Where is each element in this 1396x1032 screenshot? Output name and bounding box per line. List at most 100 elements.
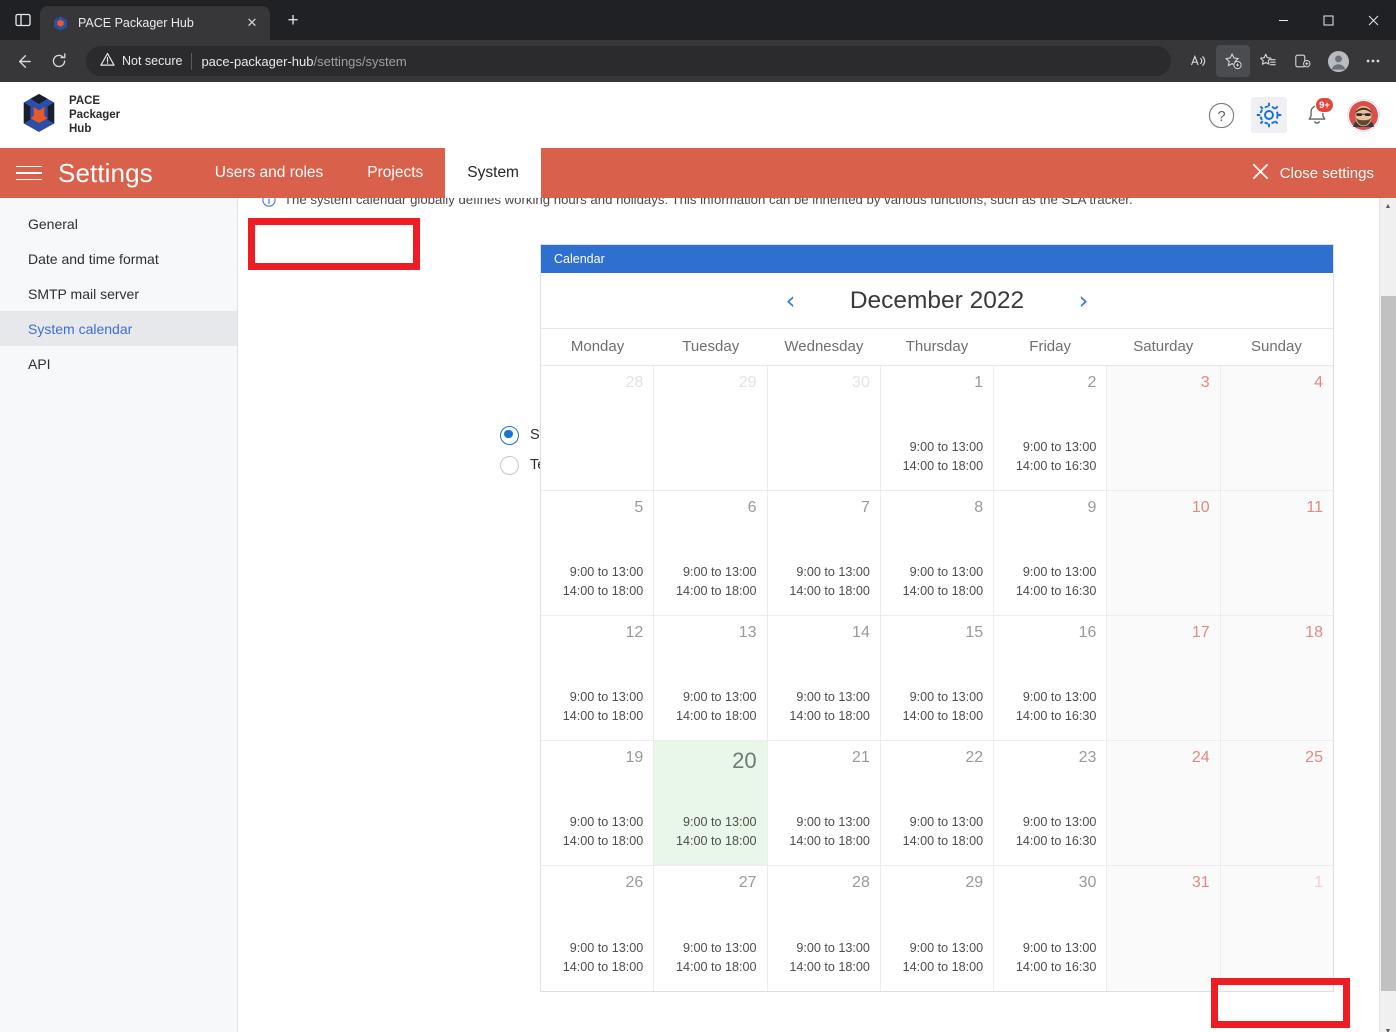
calendar-day-cell[interactable]: 4 xyxy=(1220,366,1333,491)
radio-indicator-on[interactable] xyxy=(500,425,519,445)
calendar-day-cell[interactable]: 30 xyxy=(767,366,881,491)
calendar-day-cell[interactable]: 1 9:00 to 13:00 14:00 to 18:00 xyxy=(880,366,995,491)
calendar-day-cell[interactable]: 6 9:00 to 13:00 14:00 to 18:00 xyxy=(654,491,768,616)
collections-icon[interactable] xyxy=(1286,45,1320,77)
url-host: pace-packager-hub xyxy=(201,53,314,69)
window-close-icon[interactable] xyxy=(1351,0,1396,40)
calendar-day-number: 28 xyxy=(852,874,870,891)
hamburger-menu-icon[interactable] xyxy=(0,148,58,198)
calendar-week-row: 26 9:00 to 13:00 14:00 to 18:00 27 9:00 to 1… xyxy=(541,866,1333,991)
calendar-day-cell[interactable]: 20 9:00 to 13:00 14:00 to 18:00 xyxy=(654,741,768,866)
calendar-day-number: 2 xyxy=(1087,374,1097,391)
sidebar-item-date-and-time-format[interactable]: Date and time format xyxy=(0,241,237,276)
calendar-day-cell[interactable]: 18 xyxy=(1220,616,1333,741)
security-label: Not secure xyxy=(122,54,183,68)
calendar-day-cell[interactable]: 15 9:00 to 13:00 14:00 to 18:00 xyxy=(880,616,995,741)
profile-icon[interactable] xyxy=(1321,45,1355,77)
content-scrollbar[interactable]: ▲ ▼ xyxy=(1379,198,1396,1032)
calendar-day-number: 3 xyxy=(1200,374,1210,391)
calendar-day-cell[interactable]: 10 xyxy=(1107,491,1221,616)
calendar-day-cell[interactable]: 28 xyxy=(541,366,655,491)
browser-tab[interactable]: PACE Packager Hub ✕ xyxy=(40,6,270,40)
calendar-hours-line: 9:00 to 13:00 xyxy=(569,689,644,704)
minimize-icon[interactable] xyxy=(1261,0,1306,40)
calendar-day-cell[interactable]: 22 9:00 to 13:00 14:00 to 18:00 xyxy=(880,741,995,866)
chevron-right-icon[interactable]: › xyxy=(1073,288,1095,313)
calendar-day-cell[interactable]: 14 9:00 to 13:00 14:00 to 18:00 xyxy=(767,616,881,741)
calendar-day-cell[interactable]: 5 9:00 to 13:00 14:00 to 18:00 xyxy=(541,491,655,616)
chevron-left-icon[interactable]: ‹ xyxy=(780,288,802,313)
help-circle-icon[interactable]: ? xyxy=(1203,97,1239,133)
calendar-day-cell[interactable]: 28 9:00 to 13:00 14:00 to 18:00 xyxy=(768,866,881,991)
calendar-day-cell[interactable]: 16 9:00 to 13:00 14:00 to 16:30 xyxy=(994,616,1108,741)
calendar-day-cell[interactable]: 29 xyxy=(654,366,768,491)
calendar-hours-line: 9:00 to 13:00 xyxy=(909,564,984,579)
calendar-day-cell[interactable]: 17 xyxy=(1107,616,1221,741)
calendar-day-cell[interactable]: 12 9:00 to 13:00 14:00 to 18:00 xyxy=(541,616,655,741)
calendar-day-number: 25 xyxy=(1305,749,1323,766)
calendar-day-hours: 9:00 to 13:00 14:00 to 18:00 xyxy=(768,939,870,978)
calendar-hours-line: 9:00 to 13:00 xyxy=(909,689,984,704)
brand-text: PACE Packager Hub xyxy=(69,94,120,136)
calendar-day-cell[interactable]: 7 9:00 to 13:00 14:00 to 18:00 xyxy=(767,491,881,616)
gear-icon[interactable] xyxy=(1251,97,1287,133)
calendar-day-cell[interactable]: 25 xyxy=(1220,741,1333,866)
sidebar-item-api[interactable]: API xyxy=(0,346,237,381)
calendar-hours-line: 14:00 to 18:00 xyxy=(562,709,644,724)
calendar-day-cell[interactable]: 27 9:00 to 13:00 14:00 to 18:00 xyxy=(654,866,768,991)
scrollbar-thumb[interactable] xyxy=(1381,296,1396,991)
calendar-day-cell[interactable]: 13 9:00 to 13:00 14:00 to 18:00 xyxy=(654,616,768,741)
close-settings-button[interactable]: Close settings xyxy=(1230,148,1396,198)
settings-sidebar: General Date and time format SMTP mail s… xyxy=(0,198,238,1032)
new-tab-button[interactable]: + xyxy=(278,6,308,36)
info-circle-icon xyxy=(262,198,276,210)
day-header-saturday: Saturday xyxy=(1133,338,1194,355)
calendar-day-cell[interactable]: 30 9:00 to 13:00 14:00 to 16:30 xyxy=(994,866,1108,991)
tab-projects[interactable]: Projects xyxy=(345,148,445,198)
calendar-day-cell[interactable]: 19 9:00 to 13:00 14:00 to 18:00 xyxy=(541,741,655,866)
calendar-day-number: 10 xyxy=(1191,499,1210,516)
calendar-day-number: 6 xyxy=(747,499,757,516)
calendar-day-cell[interactable]: 3 xyxy=(1107,366,1221,491)
app-logo[interactable]: PACE Packager Hub xyxy=(20,92,120,139)
tab-list-icon[interactable] xyxy=(6,5,40,35)
read-aloud-icon[interactable] xyxy=(1181,45,1215,77)
calendar-day-cell[interactable]: 24 xyxy=(1107,741,1221,866)
pace-cube-icon xyxy=(52,15,69,32)
sidebar-item-system-calendar[interactable]: System calendar xyxy=(0,311,237,346)
day-header-monday: Monday xyxy=(570,338,625,355)
calendar-day-cell[interactable]: 31 xyxy=(1107,866,1221,991)
arrow-left-icon[interactable] xyxy=(6,45,40,77)
sidebar-item-smtp-mail-server[interactable]: SMTP mail server xyxy=(0,276,237,311)
calendar-hours-line: 9:00 to 13:00 xyxy=(1022,689,1097,704)
page-title: Settings xyxy=(58,157,153,188)
sidebar-item-general[interactable]: General xyxy=(0,206,237,241)
calendar-day-cell[interactable]: 21 9:00 to 13:00 14:00 to 18:00 xyxy=(767,741,881,866)
calendar-day-cell[interactable]: 8 9:00 to 13:00 14:00 to 18:00 xyxy=(880,491,995,616)
calendar-day-cell[interactable]: 29 9:00 to 13:00 14:00 to 18:00 xyxy=(881,866,995,991)
caret-up-icon[interactable]: ▲ xyxy=(1380,198,1396,215)
calendar-day-cell[interactable]: 1 xyxy=(1220,866,1333,991)
avatar[interactable] xyxy=(1347,98,1380,132)
bell-icon[interactable]: 9+ xyxy=(1299,97,1335,133)
calendar-hours-line: 14:00 to 18:00 xyxy=(789,709,870,724)
close-icon[interactable]: ✕ xyxy=(242,13,262,33)
address-bar[interactable]: Not secure pace-packager-hub/settings/sy… xyxy=(86,46,1171,76)
calendar-day-hours: 9:00 to 13:00 14:00 to 18:00 xyxy=(541,688,644,727)
calendar-day-cell[interactable]: 11 xyxy=(1220,491,1333,616)
calendar-day-cell[interactable]: 26 9:00 to 13:00 14:00 to 18:00 xyxy=(541,866,655,991)
radio-indicator-off[interactable] xyxy=(500,455,519,475)
tab-system[interactable]: System xyxy=(445,148,541,198)
tab-users-and-roles[interactable]: Users and roles xyxy=(193,148,346,198)
favorites-list-icon[interactable] xyxy=(1251,45,1285,77)
caret-down-icon[interactable]: ▼ xyxy=(1380,1023,1396,1032)
reload-icon[interactable] xyxy=(42,45,76,77)
ellipsis-icon[interactable] xyxy=(1356,45,1390,77)
maximize-icon[interactable] xyxy=(1306,0,1351,40)
security-indicator[interactable]: Not secure xyxy=(100,52,182,70)
calendar-day-number: 12 xyxy=(625,624,644,641)
star-plus-icon[interactable] xyxy=(1216,45,1250,77)
calendar-day-cell[interactable]: 9 9:00 to 13:00 14:00 to 16:30 xyxy=(994,491,1108,616)
calendar-day-cell[interactable]: 23 9:00 to 13:00 14:00 to 16:30 xyxy=(994,741,1108,866)
calendar-day-cell[interactable]: 2 9:00 to 13:00 14:00 to 16:30 xyxy=(994,366,1108,491)
